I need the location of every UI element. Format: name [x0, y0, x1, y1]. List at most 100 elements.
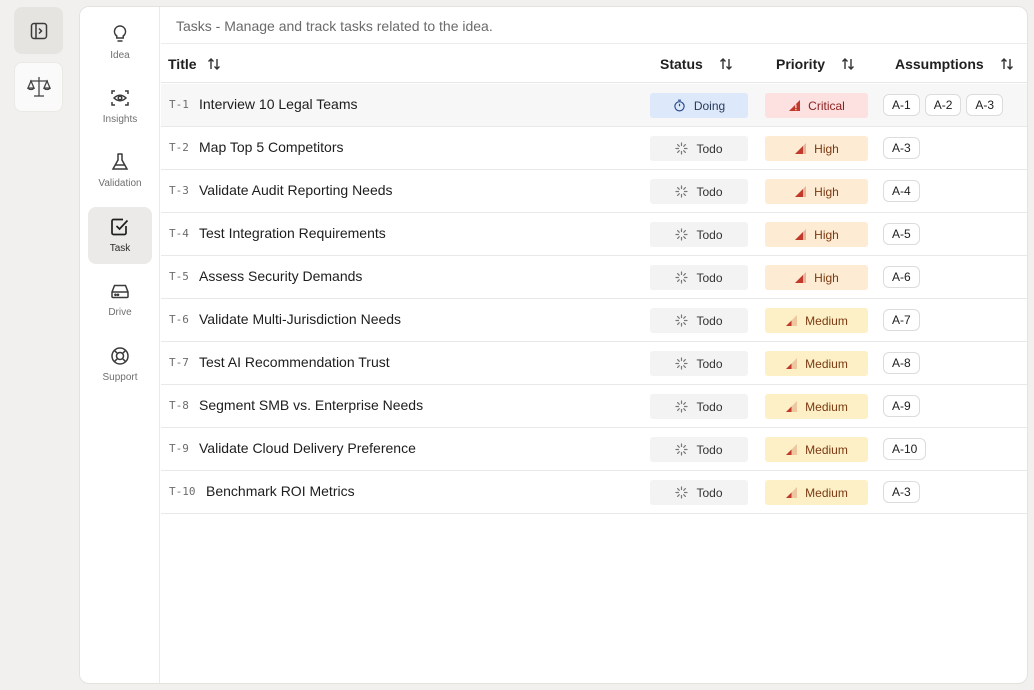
nav-item-insights[interactable]: Insights [88, 78, 152, 135]
priority-badge[interactable]: Medium [765, 394, 868, 419]
project-logo[interactable] [14, 62, 63, 112]
column-assumptions-label: Assumptions [895, 56, 984, 72]
lightbulb-icon [113, 25, 127, 42]
assumption-chip[interactable]: A-8 [883, 352, 920, 374]
assumption-chips: A-1 A-2 A-3 [883, 94, 1004, 116]
status-badge[interactable]: Todo [650, 437, 748, 462]
status-badge[interactable]: Todo [650, 265, 748, 290]
priority-label: Medium [805, 485, 848, 500]
priority-badge[interactable]: High [765, 136, 868, 161]
task-id: T-7 [169, 356, 189, 369]
table-row[interactable]: T-1 Interview 10 Legal Teams Doing Critical… [161, 84, 1027, 127]
status-badge[interactable]: Todo [650, 308, 748, 333]
loader-icon [675, 357, 689, 370]
assumption-chip[interactable]: A-3 [883, 481, 920, 503]
nav-item-support[interactable]: Support [88, 336, 152, 393]
priority-badge[interactable]: Critical [765, 93, 868, 118]
table-row[interactable]: T-8 Segment SMB vs. Enterprise Needs Todo M… [161, 385, 1027, 428]
task-title[interactable]: Map Top 5 Competitors [199, 139, 343, 155]
priority-badge[interactable]: High [765, 179, 868, 204]
assumption-chips: A-6 [883, 266, 920, 288]
task-title[interactable]: Validate Audit Reporting Needs [199, 182, 393, 198]
priority-critical-icon [789, 100, 801, 111]
task-title[interactable]: Test AI Recommendation Trust [199, 354, 390, 370]
assumption-chip[interactable]: A-1 [883, 94, 920, 116]
nav-item-drive[interactable]: Drive [88, 271, 152, 328]
status-label: Todo [696, 227, 723, 242]
assumption-chip[interactable]: A-3 [966, 94, 1004, 116]
column-header-title[interactable]: Title [168, 44, 221, 84]
loader-icon [675, 142, 689, 155]
task-title[interactable]: Validate Multi-Jurisdiction Needs [199, 311, 401, 327]
status-label: Todo [696, 184, 723, 199]
priority-medium-icon [786, 487, 798, 498]
assumption-chips: A-7 [883, 309, 920, 331]
task-title[interactable]: Validate Cloud Delivery Preference [199, 440, 416, 456]
task-title[interactable]: Segment SMB vs. Enterprise Needs [199, 397, 423, 413]
nav-label-support: Support [102, 372, 138, 383]
assumption-chips: A-10 [883, 438, 927, 460]
status-badge[interactable]: Todo [650, 222, 748, 247]
table-row[interactable]: T-3 Validate Audit Reporting Needs Todo Hig… [161, 170, 1027, 213]
table-header: Title Status Priority Assumptions [161, 43, 1027, 83]
assumption-chips: A-9 [883, 395, 920, 417]
assumption-chip[interactable]: A-9 [883, 395, 920, 417]
assumption-chip[interactable]: A-4 [883, 180, 920, 202]
sidebar-toggle-button[interactable] [14, 7, 63, 54]
table-row[interactable]: T-4 Test Integration Requirements Todo High… [161, 213, 1027, 256]
table-row[interactable]: T-10 Benchmark ROI Metrics Todo Medium A-3 [161, 471, 1027, 514]
assumption-chip[interactable]: A-7 [883, 309, 920, 331]
priority-medium-icon [786, 444, 798, 455]
task-id: T-9 [169, 442, 189, 455]
nav-item-idea[interactable]: Idea [88, 14, 152, 71]
priority-badge[interactable]: Medium [765, 480, 868, 505]
status-badge[interactable]: Todo [650, 136, 748, 161]
assumption-chip[interactable]: A-3 [883, 137, 920, 159]
column-header-assumptions[interactable]: Assumptions [895, 44, 1014, 84]
status-label: Todo [696, 313, 723, 328]
status-badge[interactable]: Todo [650, 351, 748, 376]
sort-icon [842, 58, 855, 70]
status-label: Todo [696, 442, 723, 457]
priority-label: Medium [805, 356, 848, 371]
assumption-chip[interactable]: A-2 [924, 94, 962, 116]
assumption-chip[interactable]: A-6 [883, 266, 920, 288]
nav-item-validation[interactable]: Validation [88, 142, 152, 199]
nav-item-task[interactable]: Task [88, 207, 152, 264]
priority-badge[interactable]: Medium [765, 437, 868, 462]
priority-badge[interactable]: High [765, 222, 868, 247]
stopwatch-icon [674, 99, 685, 112]
nav-label-task: Task [109, 243, 131, 254]
task-id: T-10 [169, 485, 196, 498]
column-header-priority[interactable]: Priority [776, 44, 855, 84]
priority-label: Medium [805, 442, 848, 457]
flask-icon [111, 153, 129, 170]
nav-label-insights: Insights [102, 114, 138, 125]
priority-badge[interactable]: Medium [765, 351, 868, 376]
status-label: Todo [696, 141, 723, 156]
priority-badge[interactable]: High [765, 265, 868, 290]
checkbox-icon [111, 218, 129, 236]
priority-label: Critical [808, 98, 845, 113]
table-row[interactable]: T-9 Validate Cloud Delivery Preference Tod… [161, 428, 1027, 471]
task-title[interactable]: Interview 10 Legal Teams [199, 96, 358, 112]
status-badge[interactable]: Todo [650, 179, 748, 204]
task-title[interactable]: Assess Security Demands [199, 268, 362, 284]
status-badge[interactable]: Doing [650, 93, 748, 118]
table-row[interactable]: T-2 Map Top 5 Competitors Todo High A-3 [161, 127, 1027, 170]
column-header-status[interactable]: Status [660, 44, 733, 84]
assumption-chips: A-4 [883, 180, 920, 202]
assumption-chips: A-8 [883, 352, 920, 374]
loader-icon [675, 228, 689, 241]
assumption-chip[interactable]: A-10 [883, 438, 927, 460]
assumption-chip[interactable]: A-5 [883, 223, 920, 245]
status-badge[interactable]: Todo [650, 394, 748, 419]
status-badge[interactable]: Todo [650, 480, 748, 505]
task-title[interactable]: Test Integration Requirements [199, 225, 386, 241]
priority-badge[interactable]: Medium [765, 308, 868, 333]
task-title[interactable]: Benchmark ROI Metrics [206, 483, 355, 499]
table-row[interactable]: T-6 Validate Multi-Jurisdiction Needs Todo… [161, 299, 1027, 342]
table-row[interactable]: T-5 Assess Security Demands Todo High A-6 [161, 256, 1027, 299]
priority-medium-icon [786, 358, 798, 369]
table-row[interactable]: T-7 Test AI Recommendation Trust Todo Mediu… [161, 342, 1027, 385]
